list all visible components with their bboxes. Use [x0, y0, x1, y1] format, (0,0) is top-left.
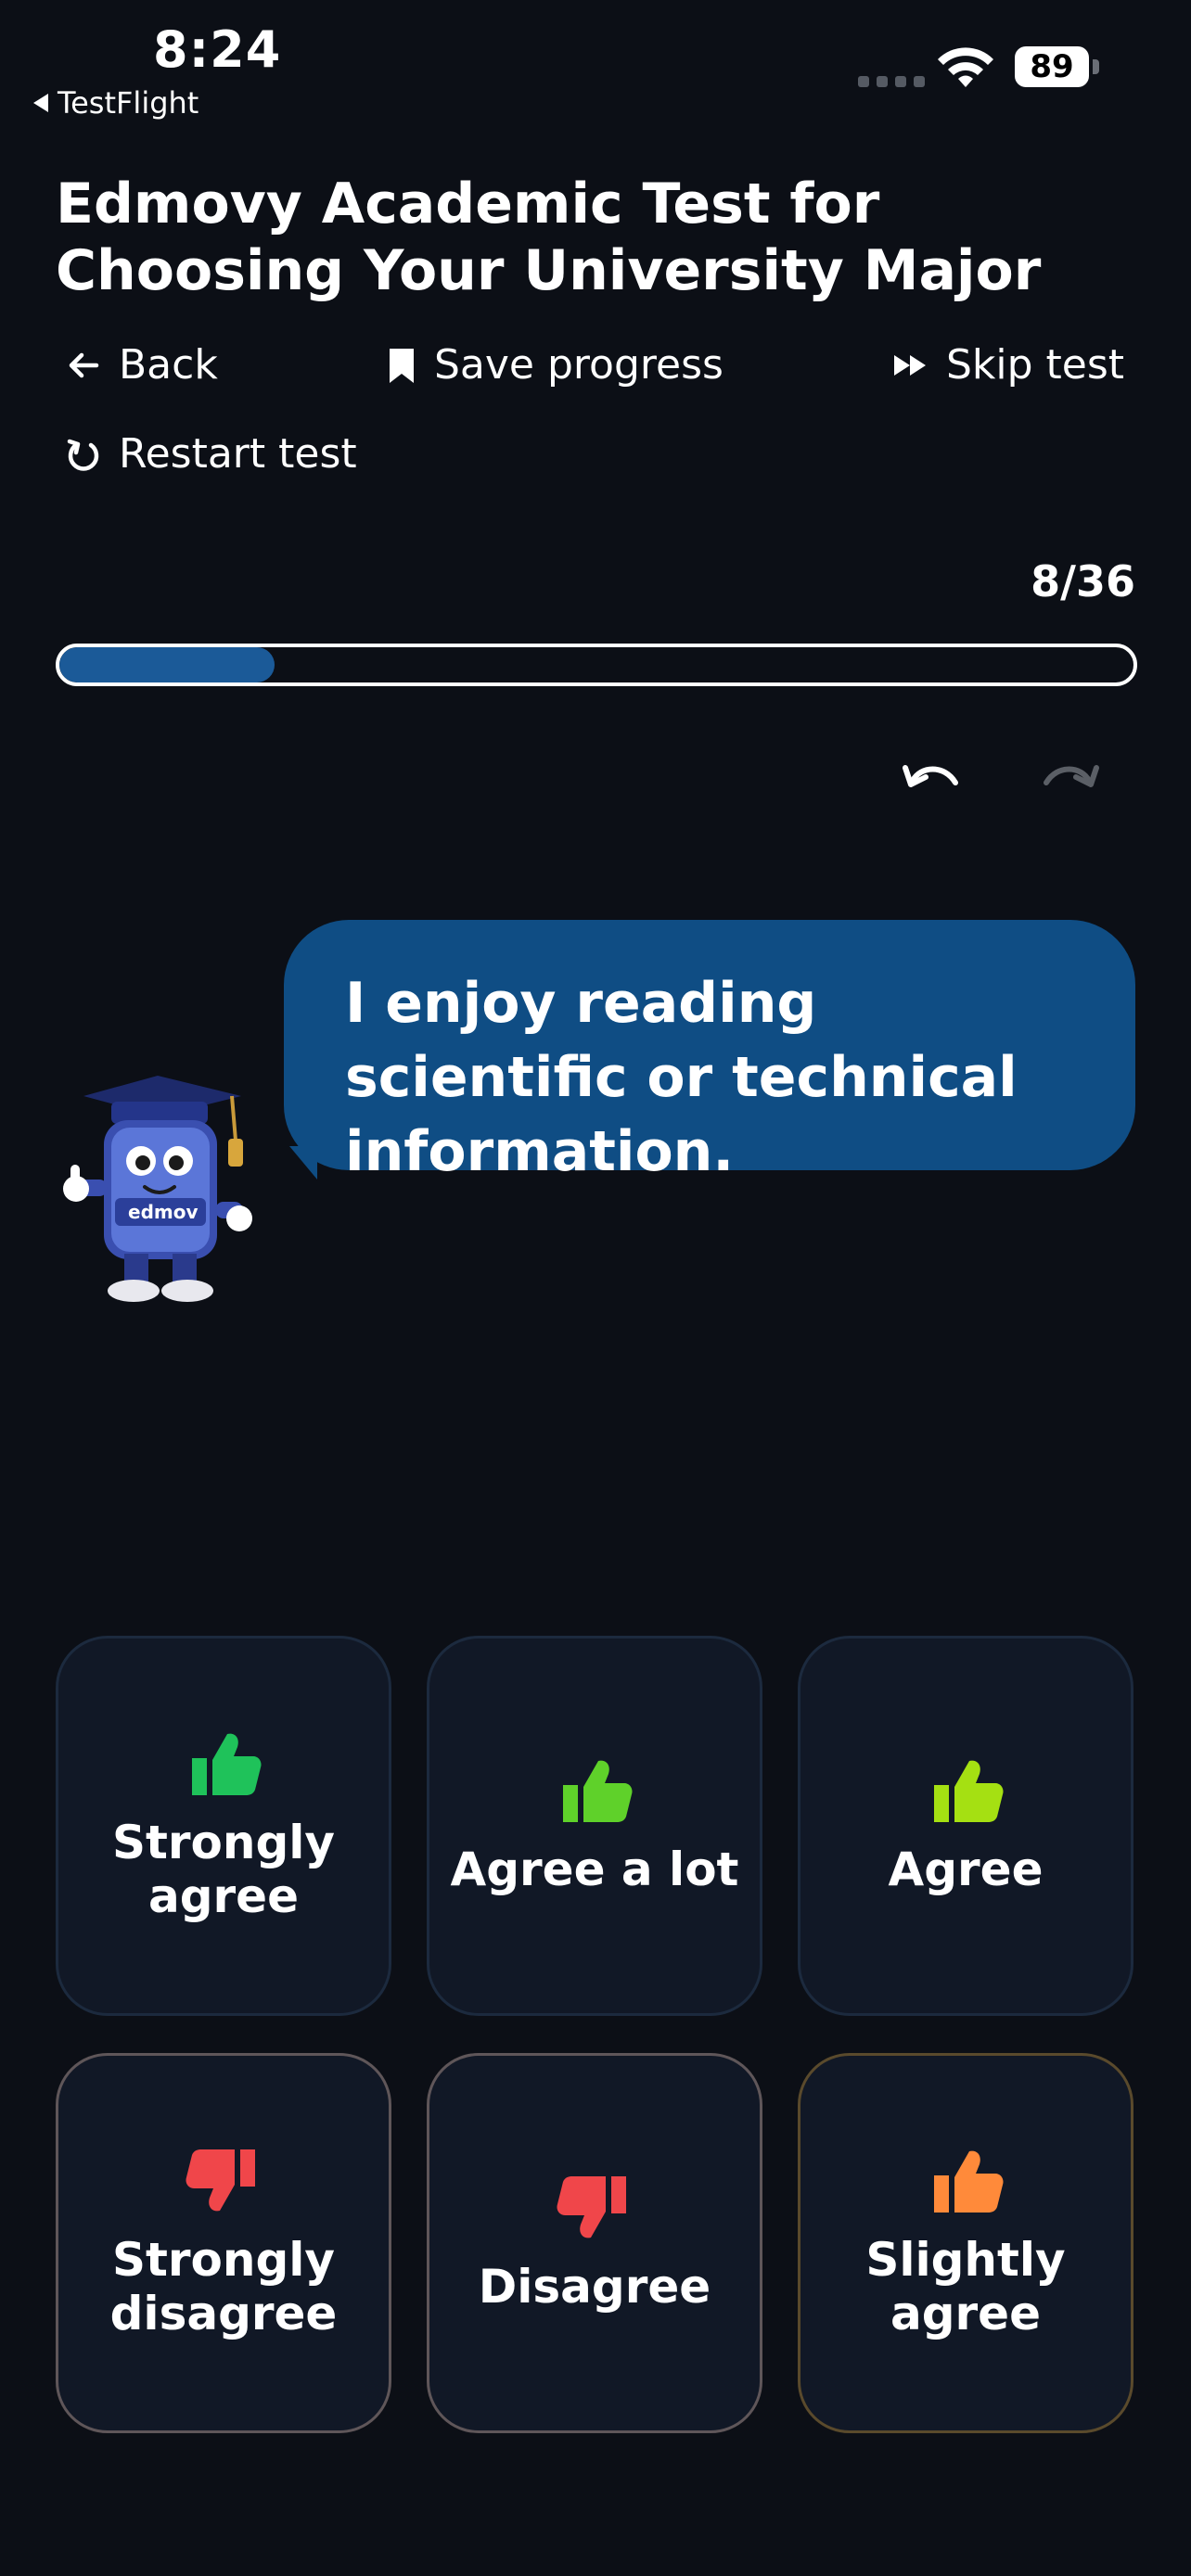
restart-test-label: Restart test: [119, 430, 357, 478]
undo-icon[interactable]: [900, 753, 965, 799]
fast-forward-icon: [894, 354, 926, 376]
question-bubble: I enjoy reading scientific or technical …: [284, 920, 1135, 1184]
battery-tip: [1093, 59, 1099, 74]
back-triangle-icon: [33, 94, 48, 112]
answer-agree[interactable]: Agree: [798, 1636, 1133, 2016]
mascot-image: edmov: [63, 1076, 252, 1302]
answer-label: Agree a lot: [450, 1843, 739, 1896]
thumbs-down-icon: [186, 2149, 255, 2212]
progress-counter: 8/36: [1031, 556, 1135, 606]
answer-label: Strongly agree: [111, 1816, 336, 1923]
arrow-left-icon: [69, 352, 99, 377]
battery-level: 89: [1030, 48, 1074, 85]
save-progress-button[interactable]: Save progress: [386, 341, 724, 389]
thumbs-down-icon: [557, 2176, 626, 2238]
mascot-badge-text: edmov: [128, 1201, 198, 1223]
battery-icon: 89: [1015, 46, 1089, 87]
answer-agree-a-lot[interactable]: Agree a lot: [427, 1636, 762, 2016]
answer-slightly-agree[interactable]: Slightly agree: [798, 2053, 1133, 2433]
restart-test-button[interactable]: Restart test: [65, 430, 357, 478]
back-label: Back: [119, 341, 218, 389]
progress-bar: [56, 644, 1137, 686]
thumbs-up-icon: [934, 2150, 1004, 2213]
save-progress-label: Save progress: [434, 341, 724, 389]
answer-label: Agree: [888, 1843, 1044, 1896]
back-button[interactable]: Back: [65, 341, 218, 389]
skip-test-button[interactable]: Skip test: [892, 341, 1124, 389]
answer-label: Disagree: [478, 2260, 711, 2314]
progress-bar-fill: [59, 647, 275, 682]
answer-strongly-agree[interactable]: Strongly agree: [56, 1636, 391, 2016]
redo-icon[interactable]: [1037, 753, 1102, 799]
thumbs-up-icon: [934, 1760, 1004, 1822]
page-title: Edmovy Academic Test for Choosing Your U…: [56, 172, 1042, 303]
question-text: I enjoy reading scientific or technical …: [345, 971, 1018, 1184]
answer-label: Strongly disagree: [109, 2233, 338, 2340]
bookmark-icon: [390, 348, 414, 383]
back-to-app-link[interactable]: TestFlight: [33, 85, 198, 121]
restart-icon: [67, 439, 99, 471]
answer-strongly-disagree[interactable]: Strongly disagree: [56, 2053, 391, 2433]
bubble-tail: [289, 1146, 317, 1180]
wifi-icon: [938, 47, 993, 87]
answer-label: Slightly agree: [865, 2233, 1066, 2340]
back-app-label: TestFlight: [58, 85, 199, 121]
status-time: 8:24: [153, 20, 282, 79]
thumbs-up-icon: [192, 1733, 262, 1795]
cellular-signal-icon: [858, 76, 925, 87]
answer-disagree[interactable]: Disagree: [427, 2053, 762, 2433]
thumbs-up-icon: [563, 1760, 633, 1822]
skip-test-label: Skip test: [946, 341, 1125, 389]
